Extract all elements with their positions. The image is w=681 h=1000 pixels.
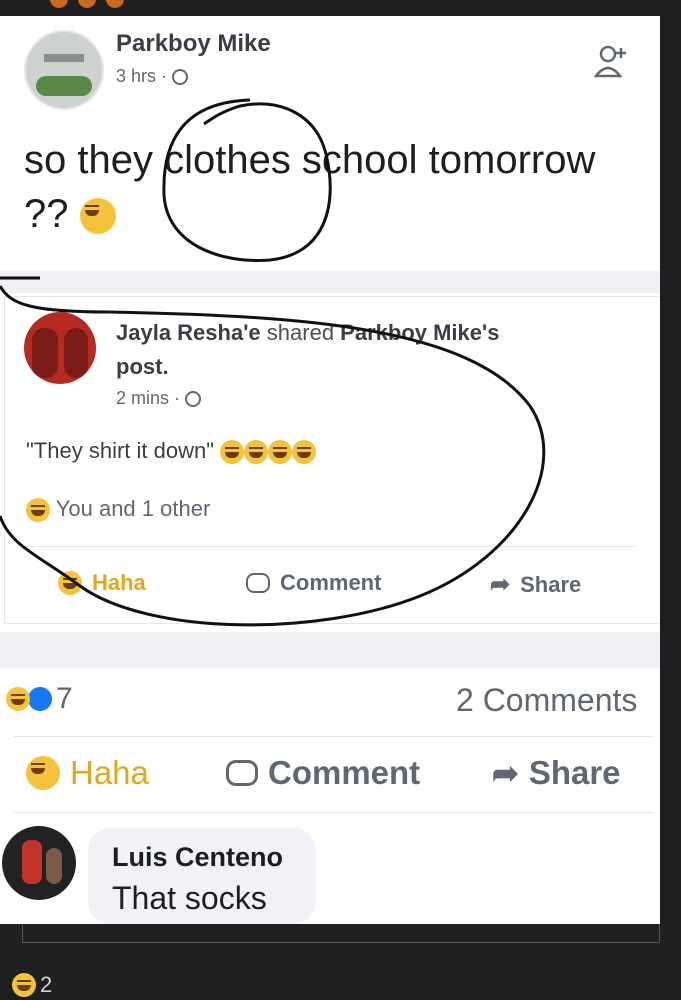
divider bbox=[14, 812, 654, 813]
author-name[interactable]: Parkboy Mike bbox=[116, 30, 271, 58]
divider bbox=[14, 736, 654, 737]
laughing-emoji-icon bbox=[12, 973, 36, 997]
reaction-emoji-icon bbox=[78, 0, 96, 8]
add-friend-icon[interactable] bbox=[593, 44, 630, 80]
post-time: 3 hrs · bbox=[116, 66, 189, 87]
section-divider bbox=[0, 632, 660, 668]
haha-button[interactable]: Haha bbox=[26, 754, 149, 792]
post-text-line2: ?? bbox=[24, 192, 116, 237]
comment-author[interactable]: Luis Centeno bbox=[112, 842, 283, 873]
frame-border bbox=[660, 0, 681, 1000]
frame-border bbox=[22, 924, 660, 943]
share-button[interactable]: ➦ Share bbox=[492, 754, 621, 792]
globe-icon bbox=[172, 69, 189, 86]
screenshot-post: Parkboy Mike 3 hrs · so they clothes sch… bbox=[0, 16, 660, 924]
haha-icon bbox=[26, 756, 60, 790]
share-icon: ➦ bbox=[492, 755, 519, 791]
avatar[interactable] bbox=[24, 30, 104, 110]
comments-count[interactable]: 2 Comments bbox=[456, 682, 637, 719]
comment-text: That socks bbox=[112, 880, 267, 916]
hand-drawn-loop bbox=[0, 276, 546, 627]
comment-bubble: Luis Centeno That socks bbox=[88, 828, 316, 924]
footer-reactions[interactable]: 2 bbox=[12, 972, 52, 998]
comment-icon bbox=[226, 760, 258, 786]
comment-button[interactable]: Comment bbox=[226, 754, 420, 792]
reaction-emoji-icon bbox=[50, 0, 68, 8]
reaction-summary[interactable]: 7 bbox=[6, 682, 73, 716]
top-strip bbox=[0, 0, 681, 16]
reaction-count: 7 bbox=[56, 682, 73, 715]
like-reaction-icon bbox=[28, 687, 52, 711]
reaction-emoji-icon bbox=[106, 0, 124, 8]
hand-drawn-circle bbox=[162, 98, 332, 262]
thinking-face-icon bbox=[79, 198, 116, 235]
haha-reaction-icon bbox=[6, 687, 30, 711]
avatar[interactable] bbox=[2, 826, 76, 900]
